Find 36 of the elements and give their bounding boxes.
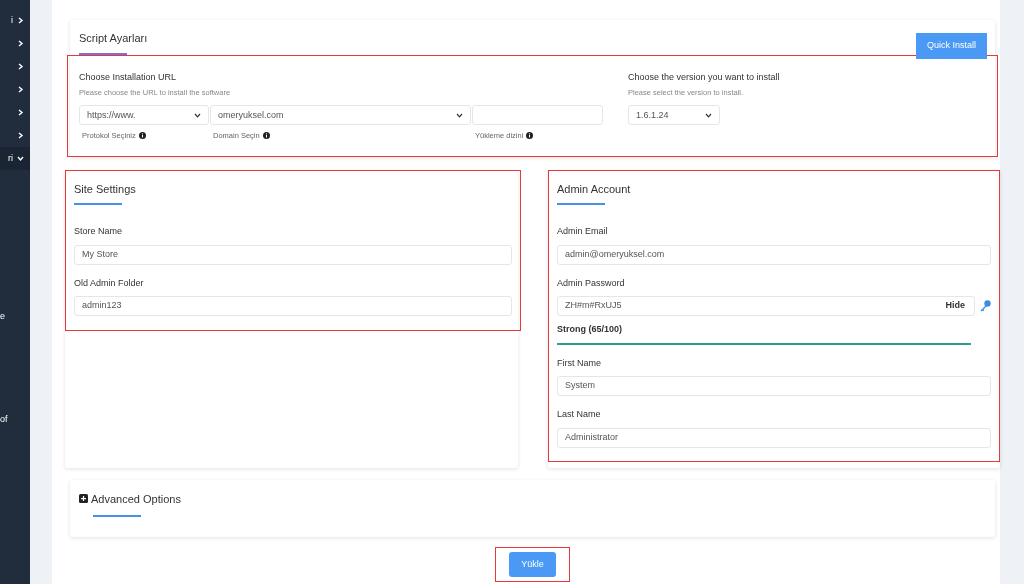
field-label: Choose the version you want to install xyxy=(628,70,780,84)
sidebar-item[interactable]: of xyxy=(0,413,30,427)
field-label: Store Name xyxy=(74,225,124,238)
protocol-select[interactable]: https://www. xyxy=(79,105,209,126)
field-label: Choose Installation URL xyxy=(79,70,178,84)
directory-field[interactable] xyxy=(472,105,603,126)
caret-icon xyxy=(705,112,712,118)
sidebar-item[interactable]: e xyxy=(0,310,30,324)
info-icon xyxy=(262,132,270,140)
text-field[interactable]: admin123 xyxy=(74,296,512,316)
plus-square-icon[interactable] xyxy=(79,494,88,504)
section-title: Script Ayarları xyxy=(79,31,148,46)
version-select[interactable]: 1.6.1.24 xyxy=(628,105,720,126)
text-field[interactable]: System xyxy=(557,376,991,396)
info-icon xyxy=(526,132,534,140)
text-field[interactable]: My Store xyxy=(74,244,512,265)
caret-icon xyxy=(456,112,463,118)
field-label: Admin Password xyxy=(557,276,626,290)
field-label: Last Name xyxy=(557,408,602,421)
sidebar-item-highlight[interactable]: ri xyxy=(0,147,30,170)
field-label: Admin Email xyxy=(557,225,609,238)
strength-label: Strong (65/100) xyxy=(557,323,624,336)
section-title: Admin Account xyxy=(557,181,632,197)
section-title: Site Settings xyxy=(74,181,137,197)
advanced-options-toggle[interactable]: Advanced Options xyxy=(91,490,181,507)
field-label: First Name xyxy=(557,356,602,370)
info-icon xyxy=(138,132,146,140)
sidebar-item-label: i xyxy=(11,13,13,27)
domain-select[interactable]: omeryuksel.com xyxy=(210,105,471,126)
hide-link[interactable]: Hide xyxy=(945,299,965,313)
caret-icon xyxy=(194,112,201,118)
text-field[interactable]: Administrator xyxy=(557,427,991,448)
field-label: Old Admin Folder xyxy=(74,276,145,290)
key-icon[interactable] xyxy=(979,300,991,312)
text-field[interactable]: admin@omeryuksel.com xyxy=(557,244,991,265)
sidebar-item-label: ri xyxy=(8,151,13,165)
